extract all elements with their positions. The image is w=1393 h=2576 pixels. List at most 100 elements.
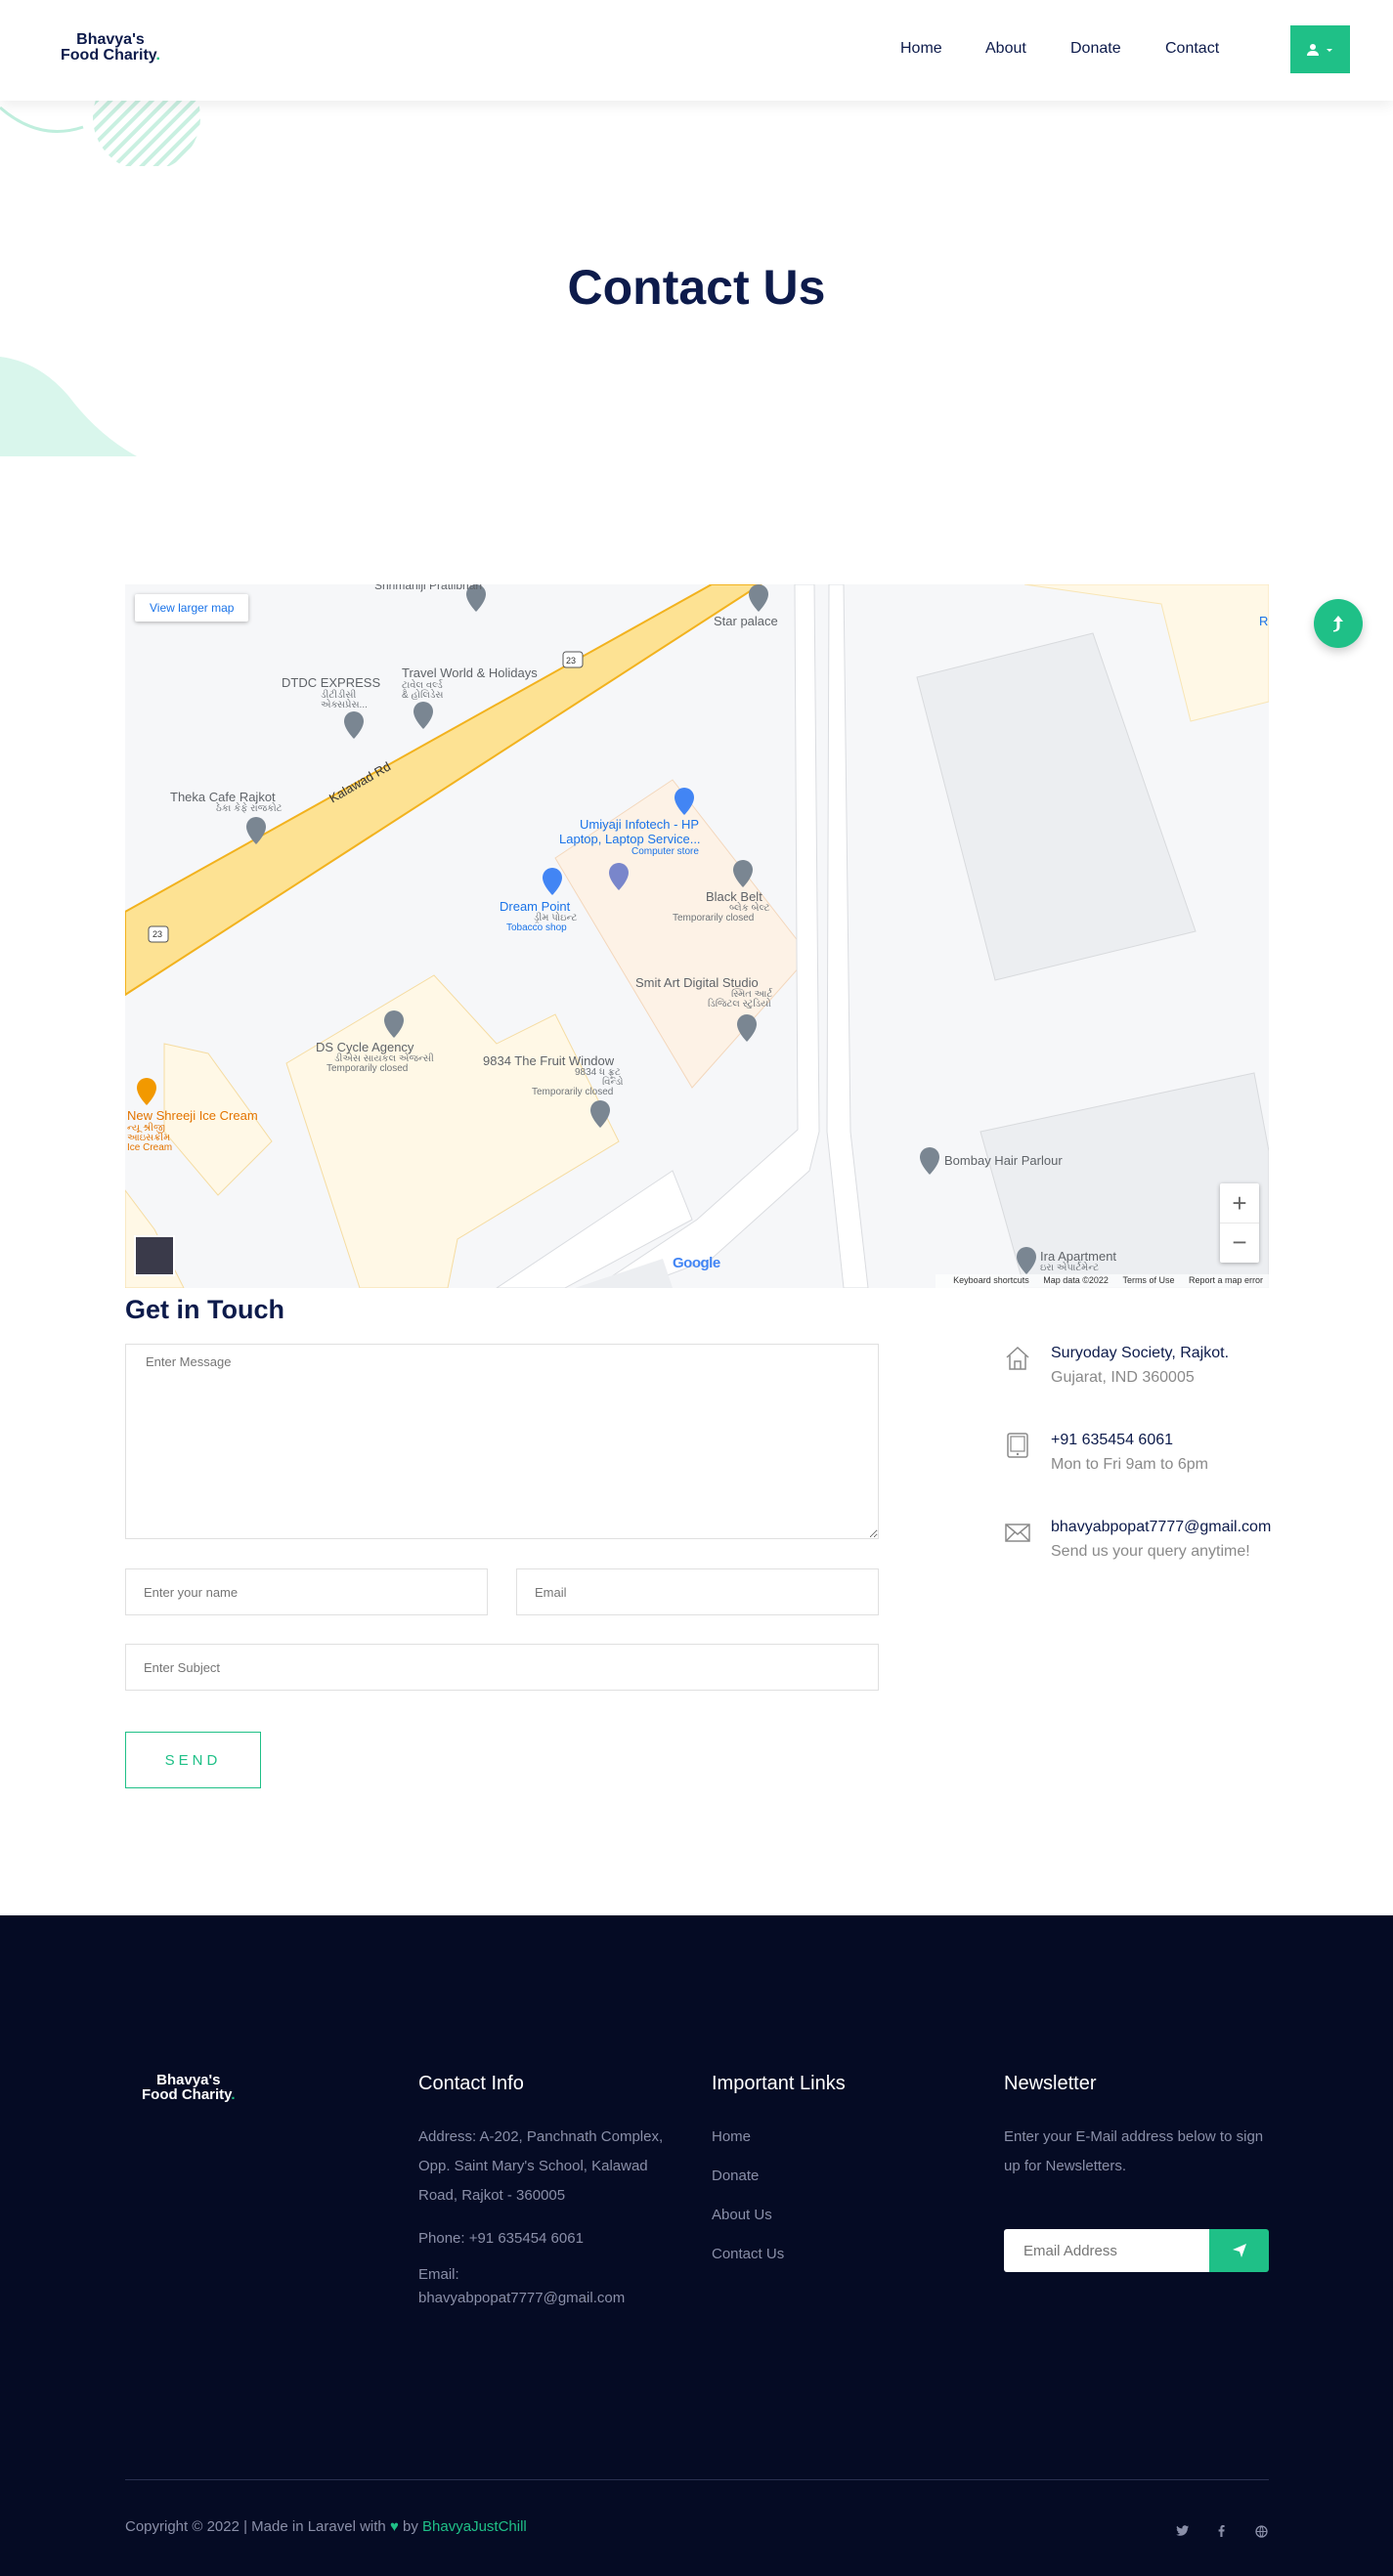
brand-line-1: Bhavya's — [76, 31, 145, 48]
map-canvas[interactable] — [125, 584, 1269, 1288]
map-label-theka[interactable]: Theka Cafe Rajkot — [170, 790, 276, 804]
map-label-dream[interactable]: Dream Point — [500, 899, 570, 914]
scroll-to-top-button[interactable] — [1314, 599, 1363, 648]
mail-icon — [1005, 1524, 1030, 1542]
phone-number[interactable]: +91 635454 6061 — [1051, 1432, 1173, 1449]
route-shield-1: 23 — [566, 656, 577, 665]
page-title: Contact Us — [567, 260, 826, 315]
map-label-umiyaji-2[interactable]: Laptop, Laptop Service... — [559, 832, 701, 846]
footer-logo[interactable]: Bhavya's Food Charity. — [142, 2073, 236, 2102]
map-sub-shreeji-3: Ice Cream — [127, 1142, 173, 1153]
google-logo-text: Google — [673, 1255, 720, 1271]
map-sub-blackbelt-2: Temporarily closed — [673, 913, 755, 923]
footer-newsletter-heading: Newsletter — [1004, 2073, 1097, 2094]
brand-line-2: Food Charity — [61, 47, 156, 64]
subject-input[interactable] — [125, 1644, 879, 1691]
footer-divider — [125, 2479, 1269, 2480]
phone-hours: Mon to Fri 9am to 6pm — [1051, 1456, 1208, 1473]
name-input[interactable] — [125, 1568, 488, 1615]
address-line-1: Suryoday Society, Rajkot. — [1051, 1345, 1230, 1361]
globe-icon[interactable] — [1255, 2525, 1268, 2541]
copyright-main: Copyright © 2022 | Made in Laravel with — [125, 2518, 386, 2535]
map-label-star-palace[interactable]: Star palace — [714, 614, 778, 628]
footer-address: Address: A-202, Panchnath Complex, Opp. … — [418, 2128, 664, 2204]
map-label-shreeji[interactable]: New Shreeji Ice Cream — [127, 1108, 258, 1123]
newsletter-email-input[interactable] — [1004, 2229, 1211, 2272]
decorative-wave-shape — [0, 357, 137, 456]
footer-email-label: Email: — [418, 2266, 459, 2283]
route-shield-2: 23 — [152, 929, 163, 939]
caret-down-icon — [1327, 48, 1332, 52]
get-in-touch-title: Get in Touch — [125, 1295, 284, 1324]
map-sub-dtdc-2: એક્સપ્રેસ... — [321, 700, 368, 710]
brand-dot: . — [155, 47, 160, 64]
map-sub-smit-2: ડિજિટલ સ્ટુડિયો — [708, 999, 771, 1009]
message-textarea[interactable] — [125, 1344, 879, 1539]
zoom-in-button[interactable]: + — [1220, 1183, 1259, 1223]
email-input[interactable] — [516, 1568, 879, 1615]
google-map-embed[interactable]: View larger map Shrimaniji Pratiibhan St… — [125, 584, 1269, 1288]
user-menu-button[interactable] — [1290, 25, 1350, 73]
email-note: Send us your query anytime! — [1051, 1543, 1250, 1560]
arrow-up-icon — [1333, 616, 1343, 632]
newsletter-submit-button[interactable] — [1209, 2229, 1269, 2272]
map-zoom-control: + − — [1220, 1183, 1259, 1263]
send-plane-icon — [1232, 2244, 1246, 2257]
map-sub-umiyaji: Computer store — [631, 846, 699, 857]
author-link[interactable]: BhavyaJustChill — [422, 2518, 527, 2535]
footer-email[interactable]: bhavyabpopat7777@gmail.com — [418, 2287, 625, 2310]
nav-home[interactable]: Home — [900, 40, 942, 58]
footer-link-about[interactable]: About Us — [712, 2207, 772, 2223]
send-button[interactable]: SEND — [125, 1732, 261, 1788]
nav-donate[interactable]: Donate — [1070, 40, 1121, 58]
map-label-umiyaji-1[interactable]: Umiyaji Infotech - HP — [580, 817, 699, 832]
address-line-2: Gujarat, IND 360005 — [1051, 1369, 1195, 1386]
map-sub-ira: ઇરા એપાર્ટમેન્ટ — [1040, 1263, 1100, 1273]
footer-phone: Phone: +91 635454 6061 — [418, 2230, 584, 2247]
map-label-blackbelt[interactable]: Black Belt — [706, 889, 762, 904]
brand-logo[interactable]: Bhavya's Food Charity. — [61, 32, 160, 64]
twitter-icon[interactable] — [1176, 2525, 1189, 2540]
nav-contact[interactable]: Contact — [1165, 40, 1219, 58]
footer-link-home[interactable]: Home — [712, 2128, 751, 2145]
keyboard-shortcuts-link[interactable]: Keyboard shortcuts — [953, 1275, 1029, 1285]
footer-brand-line-1: Bhavya's — [156, 2072, 221, 2088]
home-icon — [1006, 1346, 1029, 1370]
email-address[interactable]: bhavyabpopat7777@gmail.com — [1051, 1519, 1271, 1536]
copyright-by: by — [403, 2518, 418, 2535]
google-logo: Google — [673, 1255, 720, 1271]
map-label-bombay[interactable]: Bombay Hair Parlour — [944, 1153, 1063, 1168]
map-sub-travel-2: & હોલિડેસ — [402, 690, 444, 701]
footer-newsletter-text: Enter your E-Mail address below to sign … — [1004, 2128, 1264, 2174]
footer-link-donate[interactable]: Donate — [712, 2168, 759, 2184]
map-label-dtdc[interactable]: DTDC EXPRESS — [282, 675, 380, 690]
map-label-ds[interactable]: DS Cycle Agency — [316, 1040, 414, 1054]
footer-brand-line-2: Food Charity — [142, 2086, 232, 2103]
footer-brand-dot: . — [231, 2086, 236, 2103]
map-attribution: Keyboard shortcuts Map data ©2022 Terms … — [936, 1274, 1269, 1288]
map-label-ira[interactable]: Ira Apartment — [1040, 1249, 1116, 1264]
site-footer: Bhavya's Food Charity. Contact Info Addr… — [0, 1915, 1393, 2576]
heart-icon: ♥ — [389, 2518, 399, 2535]
map-label-top-partial: Shrimaniji Pratiibhan — [374, 584, 483, 592]
zoom-out-button[interactable]: − — [1220, 1223, 1259, 1262]
tablet-icon — [1007, 1433, 1028, 1458]
facebook-icon[interactable] — [1218, 2525, 1225, 2540]
site-header: Bhavya's Food Charity. Home About Donate… — [0, 0, 1393, 101]
footer-link-contact[interactable]: Contact Us — [712, 2246, 784, 2262]
user-icon — [1307, 43, 1319, 56]
map-label-travel[interactable]: Travel World & Holidays — [402, 665, 538, 680]
map-label-fruit[interactable]: 9834 The Fruit Window — [483, 1053, 614, 1068]
map-label-edge: R — [1259, 614, 1269, 628]
map-sub-fruit-3: Temporarily closed — [532, 1087, 614, 1097]
copyright-text: Copyright © 2022 | Made in Laravel with … — [125, 2518, 527, 2535]
footer-links-heading: Important Links — [712, 2073, 846, 2094]
nav-about[interactable]: About — [985, 40, 1026, 58]
terms-of-use-link[interactable]: Terms of Use — [1122, 1275, 1174, 1285]
view-larger-map-link[interactable]: View larger map — [135, 594, 249, 622]
map-label-smit[interactable]: Smit Art Digital Studio — [635, 975, 759, 990]
footer-contact-heading: Contact Info — [418, 2073, 524, 2094]
map-sub-ds-2: Temporarily closed — [326, 1063, 409, 1074]
map-sub-dream-2: Tobacco shop — [506, 923, 567, 933]
report-map-error-link[interactable]: Report a map error — [1189, 1275, 1263, 1285]
